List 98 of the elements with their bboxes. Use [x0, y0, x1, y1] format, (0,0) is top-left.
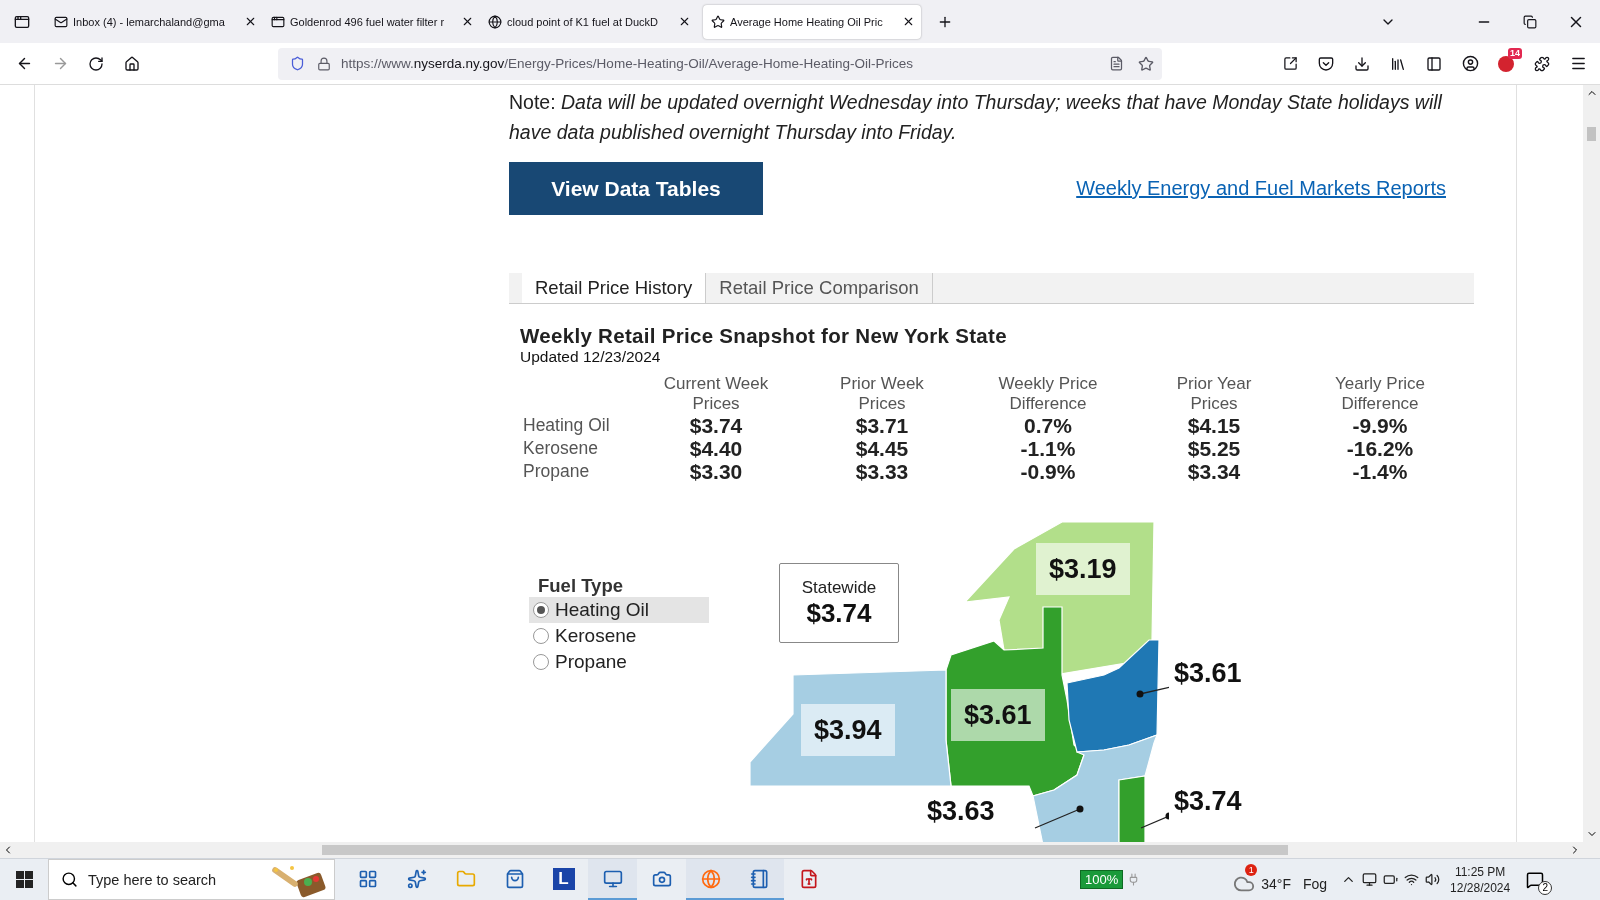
close-icon[interactable] — [902, 15, 915, 28]
message-icon — [1526, 870, 1545, 889]
statewide-label: Statewide — [801, 577, 877, 598]
star-icon — [711, 14, 725, 29]
browser-tab[interactable]: Goldenrod 496 fuel water filter r — [263, 4, 480, 39]
battery-indicator[interactable]: 100% — [1080, 870, 1124, 889]
fuel-option[interactable]: Heating Oil — [529, 597, 709, 623]
close-icon[interactable] — [244, 15, 257, 28]
radio-button[interactable] — [533, 628, 549, 644]
column-header: Weekly Price Difference — [997, 374, 1099, 414]
browser-tab[interactable]: Average Home Heating Oil Pric — [703, 4, 921, 39]
view-tab[interactable]: Retail Price History — [522, 273, 707, 303]
map-region[interactable] — [945, 606, 1085, 797]
price-value: $4.15 — [1186, 414, 1242, 437]
leader-line — [1136, 686, 1169, 698]
column-header: Current Week Prices — [662, 374, 770, 414]
column-header: Prior Week Prices — [839, 374, 925, 414]
column-header: Prior Year Prices — [1175, 374, 1253, 414]
leader-line — [1034, 805, 1084, 829]
browser-tab[interactable]: Inbox (4) - lemarchaland@gma — [46, 4, 263, 39]
view-tab[interactable]: Retail Price Comparison — [706, 273, 933, 303]
close-icon[interactable] — [461, 15, 474, 28]
url-field[interactable]: https://www.nyserda.ny.gov/Energy-Prices/Home-Heating-Oil/Average-Home-Heating-Oil-Prices — [278, 47, 1162, 80]
taskbar-app[interactable] — [735, 859, 784, 900]
weather-widget[interactable]: 1 34°F Fog — [1233, 861, 1328, 898]
statewide-price: $3.74 — [806, 597, 872, 629]
price-value: $3.34 — [1186, 460, 1242, 483]
extension-badge: 14 — [1508, 47, 1522, 59]
globe-icon — [488, 14, 502, 29]
scrollbar-thumb[interactable] — [1587, 127, 1596, 141]
sparkle-icon — [406, 868, 427, 889]
reader-view-icon[interactable] — [1109, 56, 1124, 71]
price-value: $4.40 — [688, 437, 744, 460]
search-field[interactable]: Type here to search — [48, 859, 335, 900]
updated-date: Updated 12/23/2024 — [520, 348, 662, 366]
notification-count: 2 — [1538, 880, 1553, 895]
map-region[interactable] — [1032, 734, 1158, 842]
lock-icon — [317, 56, 331, 71]
note-text: Note: Data will be updated overnight Wednesday into Thursday; weeks that have Monday State holidays will have data published overnight Thursday into Friday. — [509, 90, 1444, 145]
snapshot-title: Weekly Retail Price Snapshot for New York State — [520, 324, 1008, 348]
region-price: $3.61 — [1174, 658, 1242, 688]
radio-button[interactable] — [533, 654, 549, 670]
region-price: $3.94 — [801, 704, 895, 756]
leader-line — [1140, 812, 1169, 829]
radio-button[interactable] — [533, 602, 549, 618]
map-region[interactable] — [749, 669, 952, 787]
task-view-icon — [357, 868, 378, 889]
search-icon — [61, 871, 78, 888]
price-value: -1.4% — [1351, 460, 1409, 483]
clock[interactable]: 11:25 PM 12/28/2024 — [1450, 863, 1511, 896]
price-value: $3.74 — [688, 414, 744, 437]
price-value: -16.2% — [1345, 437, 1415, 460]
fuel-label: Propane — [523, 460, 591, 483]
price-value: $3.71 — [854, 414, 910, 437]
battery-icon[interactable] — [1383, 872, 1399, 887]
volume-icon[interactable] — [1425, 872, 1441, 887]
window-icon — [271, 14, 285, 29]
wifi-icon[interactable] — [1404, 872, 1420, 887]
notification-button[interactable]: 2 — [1524, 864, 1553, 895]
price-value: -1.1% — [1019, 437, 1077, 460]
view-data-tables-button[interactable]: View Data Tables — [509, 162, 763, 215]
shopping-bag-icon — [504, 868, 525, 889]
price-value: $4.45 — [854, 437, 910, 460]
fuel-label: Kerosene — [523, 437, 599, 460]
extension-button[interactable]: 14 — [1488, 47, 1524, 80]
price-value: 0.7% — [1023, 414, 1073, 437]
map-region[interactable] — [1066, 639, 1160, 753]
column-header: Yearly Price Difference — [1333, 374, 1427, 414]
windows-icon — [15, 871, 33, 888]
scrollbar-thumb[interactable] — [322, 845, 1288, 855]
notebook-icon — [749, 868, 770, 889]
mail-icon — [54, 14, 68, 29]
star-icon[interactable] — [1138, 55, 1154, 72]
price-value: $3.30 — [688, 460, 744, 483]
monitor-icon — [602, 868, 623, 889]
weather-badge: 1 — [1245, 863, 1258, 876]
reports-link[interactable]: Weekly Energy and Fuel Markets Reports — [1076, 177, 1446, 200]
fuel-option[interactable]: Propane — [529, 649, 709, 675]
letter-icon: L — [552, 867, 575, 890]
region-price: $3.61 — [951, 689, 1045, 741]
fuel-option[interactable]: Kerosene — [529, 623, 709, 649]
price-value: $5.25 — [1186, 437, 1242, 460]
globe-icon — [700, 868, 721, 889]
region-price: $3.63 — [927, 796, 995, 826]
price-value: -0.9% — [1019, 460, 1077, 483]
fuel-type-title: Fuel Type — [538, 575, 624, 597]
taskbar-app[interactable] — [588, 859, 637, 900]
monitor-icon[interactable] — [1362, 872, 1378, 887]
fuel-label: Heating Oil — [523, 414, 611, 437]
close-icon[interactable] — [678, 15, 691, 28]
region-price: $3.74 — [1174, 786, 1242, 816]
browser-tab[interactable]: cloud point of K1 fuel at DuckD — [480, 4, 697, 39]
shield-icon — [290, 56, 305, 71]
region-price: $3.19 — [1036, 543, 1130, 595]
folder-icon — [455, 868, 476, 889]
taskbar-app[interactable]: L — [539, 859, 588, 900]
price-value: $3.33 — [854, 460, 910, 483]
price-value: -9.9% — [1351, 414, 1409, 437]
